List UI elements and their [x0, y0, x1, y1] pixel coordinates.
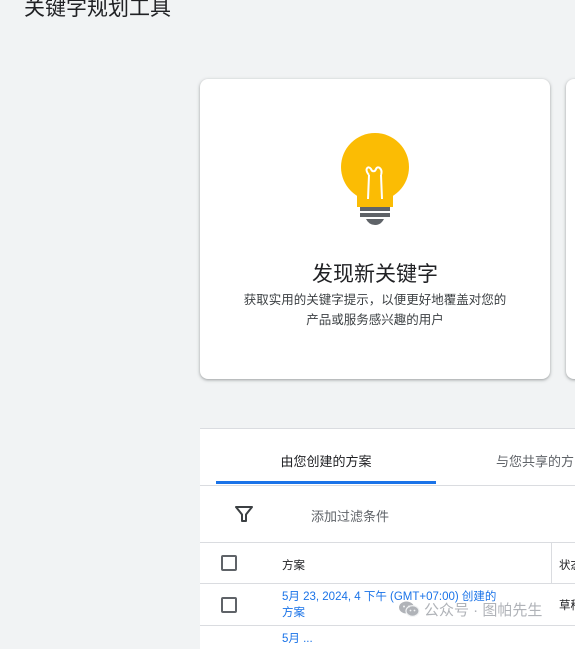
card-description-line-2: 产品或服务感兴趣的用户	[306, 313, 444, 327]
select-all-checkbox[interactable]	[221, 555, 237, 571]
card-description-line-1: 获取实用的关键字提示，以便更好地覆盖对您的	[243, 293, 507, 307]
page-title: 关键字规划工具	[24, 0, 171, 20]
tab-my-plans-label: 由您创建的方案	[280, 454, 372, 469]
card-title: 发现新关键字	[312, 263, 438, 286]
status-cell: 草稿	[559, 600, 575, 612]
column-header-plan[interactable]: 方案	[282, 557, 305, 573]
add-filter-button[interactable]: 添加过滤条件	[311, 506, 389, 525]
tabs-divider	[200, 485, 575, 486]
watermark: 公众号 · 图帕先生	[398, 598, 542, 620]
tab-my-plans[interactable]: 由您创建的方案	[216, 429, 436, 484]
next-card[interactable]	[566, 79, 575, 379]
filter-divider	[200, 542, 575, 543]
tab-shared-plans-label: 与您共享的方	[496, 454, 575, 469]
column-header-status[interactable]: 状态	[559, 557, 575, 573]
plan-link-row-2[interactable]: 5月 ...	[282, 630, 313, 646]
column-divider	[551, 543, 552, 583]
tab-shared-plans[interactable]: 与您共享的方	[496, 429, 574, 484]
tab-selected-indicator	[216, 481, 436, 484]
card-description: 获取实用的关键字提示，以便更好地覆盖对您的 产品或服务感兴趣的用户	[220, 290, 530, 330]
row-checkbox[interactable]	[221, 597, 237, 613]
wechat-icon	[399, 601, 420, 617]
watermark-text: 公众号 · 图帕先生	[424, 601, 543, 619]
header-divider	[200, 583, 575, 584]
lightbulb-icon	[341, 133, 409, 225]
row-divider	[200, 625, 575, 626]
filter-icon[interactable]	[234, 505, 254, 523]
discover-keywords-card[interactable]: 发现新关键字 获取实用的关键字提示，以便更好地覆盖对您的 产品或服务感兴趣的用户	[200, 79, 550, 379]
